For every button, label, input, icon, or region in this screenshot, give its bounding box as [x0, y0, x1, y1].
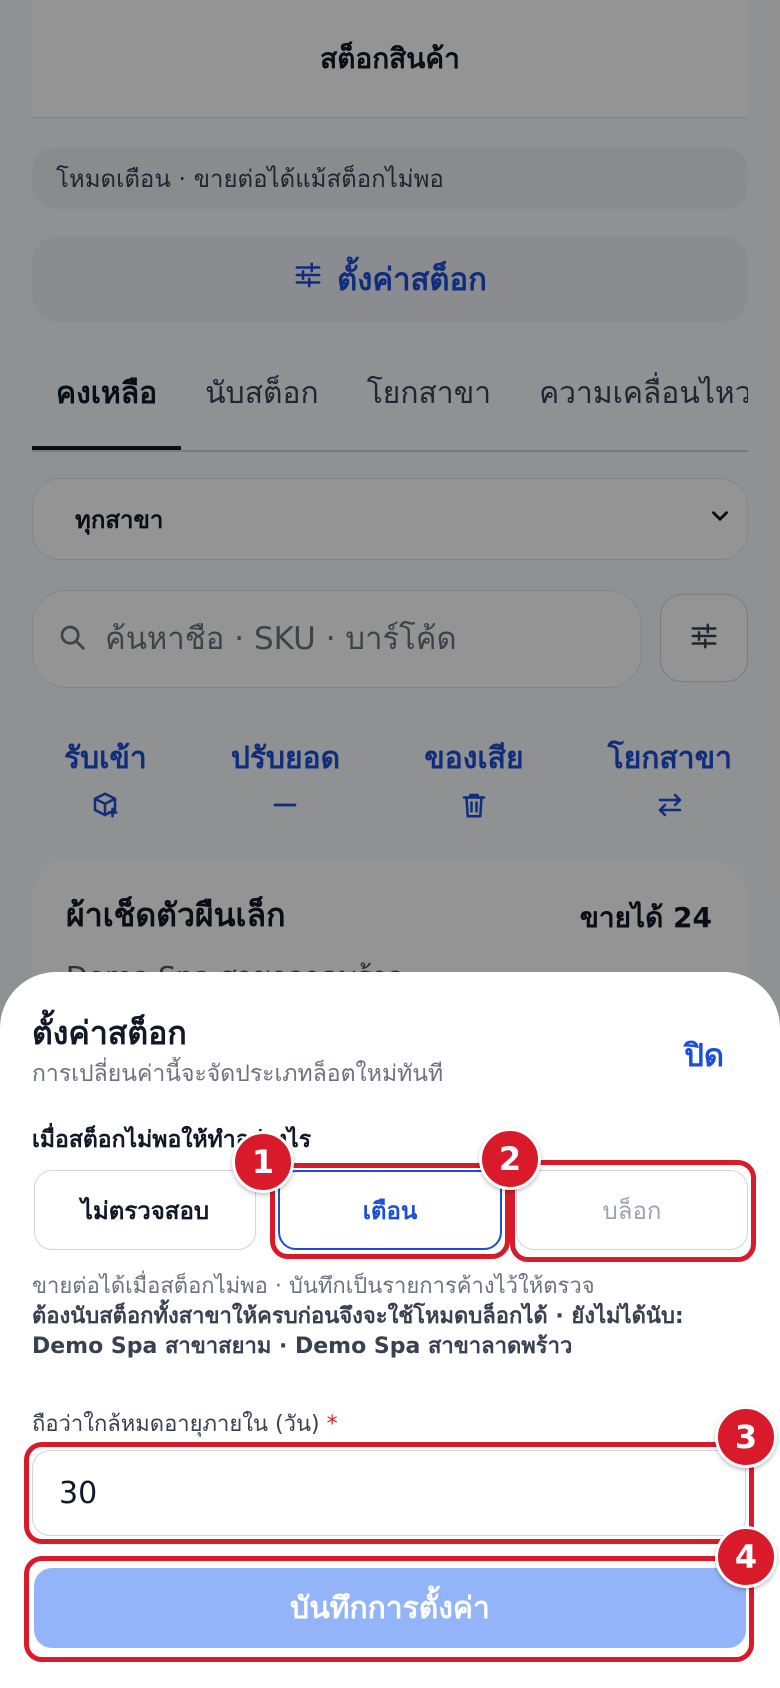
annotation-badge-1: 1	[232, 1131, 294, 1193]
sheet-title: ตั้งค่าสต็อก	[32, 1014, 187, 1052]
warn-mode-hint: ขายต่อได้เมื่อสต็อกไม่พอ · บันทึกเป็นราย…	[32, 1274, 595, 1299]
option-block[interactable]: บล็อก	[516, 1170, 748, 1250]
save-settings-button[interactable]: บันทึกการตั้งค่า	[34, 1568, 746, 1648]
expiry-days-input[interactable]	[32, 1450, 746, 1536]
stock-settings-sheet: ตั้งค่าสต็อก ปิด การเปลี่ยนค่านี้จะจัดปร…	[0, 972, 780, 1688]
block-mode-requirement: ต้องนับสต็อกทั้งสาขาให้ครบก่อนจึงจะใช้โห…	[32, 1304, 684, 1359]
sheet-description: การเปลี่ยนค่านี้จะจัดประเภทล็อตใหม่ทันที	[32, 1061, 444, 1087]
expiry-days-label: ถือว่าใกล้หมดอายุภายใน (วัน) *	[32, 1406, 338, 1441]
option-no-check[interactable]: ไม่ตรวจสอบ	[34, 1170, 256, 1250]
annotation-badge-4: 4	[715, 1526, 777, 1588]
annotation-badge-2: 2	[479, 1128, 541, 1190]
close-button[interactable]: ปิด	[684, 1030, 724, 1080]
required-mark: *	[326, 1412, 338, 1437]
option-warn[interactable]: เตือน	[278, 1170, 502, 1250]
annotation-badge-3: 3	[715, 1406, 777, 1468]
expiry-days-label-text: ถือว่าใกล้หมดอายุภายใน (วัน)	[32, 1412, 320, 1437]
